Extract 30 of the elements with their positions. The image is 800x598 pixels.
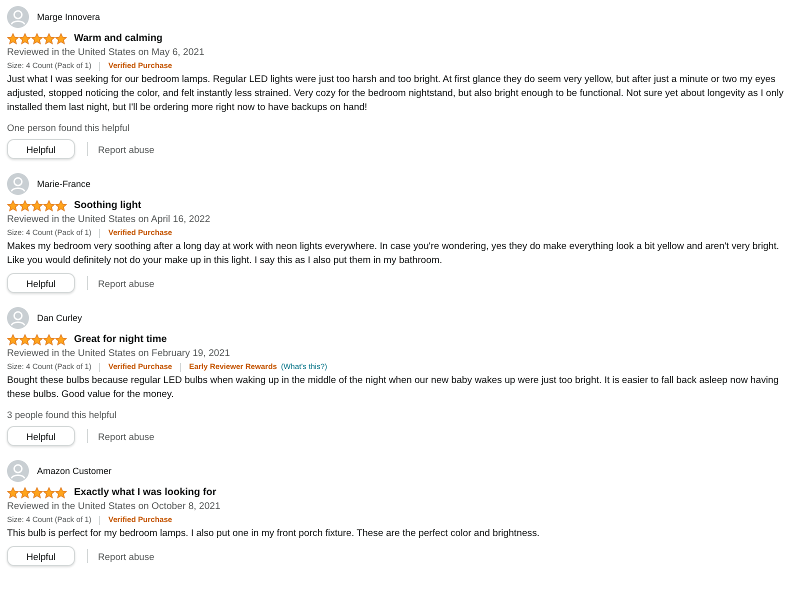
review-text: Makes my bedroom very soothing after a long day at work with neon lights everywhere. In case you're wondering, yes they do make everything look a bit yellow and aren't very bright. Like you would definitely not do your make up in this light. I say this as I also put them in my bathroom. xyxy=(7,240,780,268)
review-date: Reviewed in the United States on February 19, 2021 xyxy=(7,347,231,360)
reviewer-name: Dan Curley xyxy=(37,313,82,323)
report-abuse-link[interactable]: Report abuse xyxy=(98,430,154,442)
review-text: Just what I was seeking for our bedroom lamps. Regular LED lights were just too harsh and too bright. At first glance they do seem very yellow, but after just a minute or two my eyes adjusted, stopped noticing the color, and felt instantly less strained. Very cozy for the bedroom nightstand, but also bright enough to be functional. Not sure yet about longevity as I only installed them last night, but I'll be ordering more right now to have backups on hand! xyxy=(7,73,785,115)
reviewer-name: Marge Innovera xyxy=(37,12,100,22)
avatar-icon xyxy=(7,460,29,482)
helpful-button[interactable]: Helpful xyxy=(7,546,75,566)
report-abuse-link[interactable]: Report abuse xyxy=(98,144,154,154)
helpful-button[interactable]: Helpful xyxy=(7,426,75,446)
review-date: Reviewed in the United States on October 8, 2021 xyxy=(7,500,222,513)
review-date: Reviewed in the United States on May 6, 2021 xyxy=(7,46,206,59)
reviewer-name: Marie-France xyxy=(37,179,91,189)
report-abuse-link[interactable]: Report abuse xyxy=(98,550,154,562)
helpful-button[interactable]: Helpful xyxy=(7,273,75,293)
reviewer-name: Amazon Customer xyxy=(37,466,112,476)
review-date: Reviewed in the United States on April 16, 2022 xyxy=(7,213,212,226)
helpful-button[interactable]: Helpful xyxy=(7,139,75,159)
review-text: This bulb is perfect for my bedroom lamps. I also put one in my front porch fixture. These are the perfect color and brightness. xyxy=(7,527,541,541)
avatar-icon xyxy=(7,173,29,195)
review-title[interactable]: Soothing light xyxy=(74,200,142,211)
review-title[interactable]: Great for night time xyxy=(74,334,167,345)
helpful-count: One person found this helpful xyxy=(7,121,130,134)
report-abuse-link[interactable]: Report abuse xyxy=(98,278,154,288)
review-title[interactable]: Warm and calming xyxy=(74,33,163,44)
review-text: Bought these bulbs because regular LED bulbs when waking up in the middle of the night when our new baby wakes up were just too bright. It is easier to fall back asleep now having these bulbs. Good value for the money. xyxy=(7,374,780,402)
helpful-count: 3 people found this helpful xyxy=(7,408,118,421)
avatar-icon xyxy=(7,307,29,329)
review-title[interactable]: Exactly what I was looking for xyxy=(74,487,216,498)
avatar-icon xyxy=(7,6,29,28)
